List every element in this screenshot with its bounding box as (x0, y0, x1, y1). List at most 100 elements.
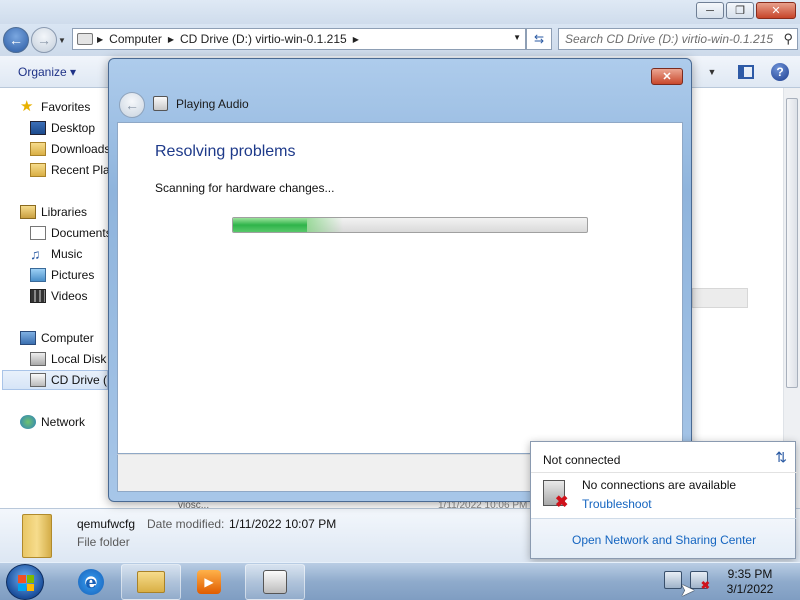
cd-drive-icon (30, 373, 46, 387)
computer-icon (20, 331, 36, 345)
network-flyout: Not connected ⇅ ✖ No connections are ava… (530, 441, 797, 559)
cd-drive-icon (77, 33, 93, 45)
progress-bar-fill (233, 218, 344, 232)
downloads-folder-icon (30, 142, 46, 156)
nav-pictures[interactable]: Pictures (30, 265, 108, 285)
nav-label: Downloads (51, 142, 108, 156)
recent-pages-dropdown-icon[interactable]: ▼ (58, 36, 66, 45)
local-disk-icon (30, 352, 46, 366)
nav-videos[interactable]: Videos (30, 286, 108, 306)
command-bar-right: ▼ ? (702, 62, 790, 82)
nav-recent-places[interactable]: Recent Places (30, 160, 108, 180)
dialog-heading: Resolving problems (155, 143, 296, 160)
details-item-type: File folder (77, 535, 130, 549)
network-sharing-center-link[interactable]: Open Network and Sharing Center (572, 533, 756, 547)
close-icon: ✕ (771, 5, 781, 17)
red-x-icon: ✖ (700, 580, 710, 592)
minimize-button[interactable]: ─ (696, 2, 724, 19)
forward-arrow-icon: → (37, 32, 51, 48)
folder-icon (137, 571, 165, 593)
breadcrumb-cd-drive[interactable]: ▶ CD Drive (D:) virtio-win-0.1.215 (168, 32, 347, 46)
scrollbar-thumb[interactable] (786, 98, 798, 388)
breadcrumb-computer[interactable]: ▶ Computer (97, 32, 162, 46)
taskbar-troubleshooter[interactable] (245, 564, 305, 600)
taskbar-internet-explorer[interactable]: e (68, 564, 114, 600)
start-button[interactable] (6, 564, 44, 600)
back-arrow-icon: ← (9, 32, 23, 48)
taskbar-windows-explorer[interactable] (121, 564, 181, 600)
close-icon: ✕ (662, 71, 672, 83)
libraries-icon (20, 205, 36, 219)
nav-favorites[interactable]: ★ Favorites (20, 97, 108, 117)
flyout-title: Not connected (543, 453, 621, 467)
address-dropdown-icon[interactable]: ▼ (513, 33, 521, 42)
nav-downloads[interactable]: Downloads (30, 139, 108, 159)
windows-logo-icon (18, 575, 34, 591)
window-controls: ─ ❐ ✕ (696, 2, 796, 19)
nav-cd-drive[interactable]: CD Drive (D:) (2, 370, 108, 390)
search-input[interactable]: Search CD Drive (D:) virtio-win-0.1.215 … (558, 28, 798, 50)
flyout-message: No connections are available (582, 478, 737, 492)
help-icon: ? (771, 63, 789, 81)
nav-label: Desktop (51, 121, 96, 135)
nav-label: Computer (41, 331, 94, 345)
nav-desktop[interactable]: Desktop (30, 118, 108, 138)
dialog-title: Playing Audio (176, 97, 249, 111)
nav-local-disk[interactable]: Local Disk (30, 349, 108, 369)
nav-label: Recent Places (51, 163, 108, 177)
explorer-titlebar[interactable]: ─ ❐ ✕ (0, 0, 800, 24)
internet-explorer-icon: e (78, 569, 104, 595)
nav-computer[interactable]: Computer (20, 328, 108, 348)
nav-music[interactable]: ♫ Music (30, 244, 108, 264)
dialog-body: Resolving problems Scanning for hardware… (117, 122, 683, 454)
close-button[interactable]: ✕ (756, 2, 796, 19)
help-button[interactable]: ? (770, 62, 790, 82)
clock-time: 9:35 PM (727, 567, 773, 581)
refresh-button[interactable]: ⇆ (526, 28, 552, 50)
preview-pane-button[interactable] (736, 62, 756, 82)
forward-button[interactable]: → (31, 27, 57, 53)
taskbar-media-player[interactable]: ▶ (186, 564, 232, 600)
red-x-icon: ✖ (555, 494, 569, 511)
chevron-down-icon: ▼ (707, 67, 717, 77)
troubleshoot-link[interactable]: Troubleshoot (582, 497, 652, 511)
obscured-row (692, 288, 748, 308)
nav-network[interactable]: Network (20, 412, 108, 432)
breadcrumb-separator-icon[interactable]: ▶ (353, 35, 359, 44)
address-bar[interactable]: ▶ Computer ▶ CD Drive (D:) virtio-win-0.1.… (72, 28, 526, 50)
taskbar-clock[interactable]: 9:35 PM 3/1/2022 (712, 567, 788, 597)
refresh-icon: ⇆ (533, 32, 545, 46)
nav-label: Network (41, 415, 86, 429)
nav-label: Videos (51, 289, 88, 303)
recent-places-icon (30, 163, 46, 177)
nav-label: Pictures (51, 268, 95, 282)
mouse-cursor-icon: ➤ (680, 580, 696, 600)
nav-libraries[interactable]: Libraries (20, 202, 108, 222)
breadcrumb-label: Computer (109, 32, 162, 46)
dialog-status-text: Scanning for hardware changes... (155, 181, 335, 195)
breadcrumb-label: CD Drive (D:) virtio-win-0.1.215 (180, 32, 347, 46)
dialog-back-button[interactable]: ← (119, 92, 145, 118)
media-player-icon: ▶ (197, 570, 221, 594)
star-icon: ★ (20, 98, 34, 115)
nav-documents[interactable]: Documents (30, 223, 108, 243)
view-options-button[interactable]: ▼ (702, 62, 722, 82)
preview-pane-icon (738, 65, 754, 79)
nav-label: Local Disk (51, 352, 107, 366)
address-row: ← → ▼ ▶ Computer ▶ CD Drive (D:) virtio-wi… (0, 24, 800, 56)
nav-label: Documents (51, 226, 108, 240)
details-date-value: 1/11/2022 10:07 PM (229, 517, 337, 531)
troubleshooter-icon (263, 570, 287, 594)
back-button[interactable]: ← (3, 27, 29, 53)
dialog-close-button[interactable]: ✕ (651, 68, 683, 85)
restore-icon: ❐ (735, 5, 745, 17)
nav-label: Music (51, 247, 83, 261)
flyout-footer: Open Network and Sharing Center (531, 519, 795, 558)
documents-icon (30, 226, 46, 240)
refresh-network-icon[interactable]: ⇅ (775, 449, 787, 466)
troubleshooter-dialog: ✕ ← Playing Audio Resolving problems Sca… (108, 58, 692, 502)
organize-button[interactable]: Organize ▾ (18, 65, 76, 79)
breadcrumb-separator-icon: ▶ (97, 34, 104, 44)
videos-icon (30, 289, 46, 303)
maximize-button[interactable]: ❐ (726, 2, 754, 19)
